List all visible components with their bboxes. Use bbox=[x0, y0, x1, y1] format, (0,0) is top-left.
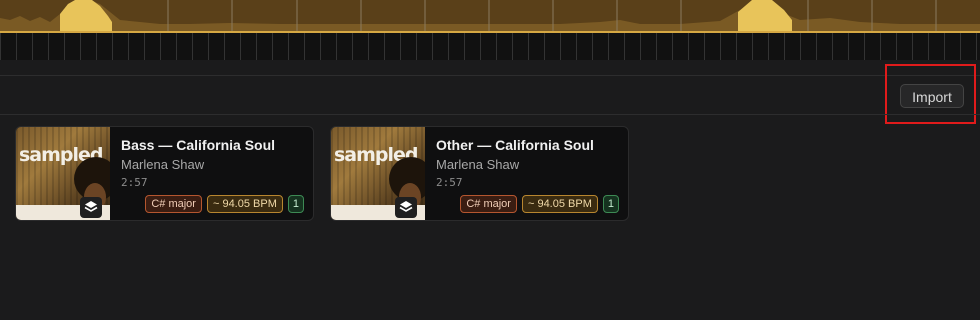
card-badges: C# major ~ 94.05 BPM 1 bbox=[145, 195, 304, 213]
layers-icon[interactable] bbox=[80, 197, 102, 218]
card-artist: Marlena Shaw bbox=[121, 157, 205, 172]
waveform-peaks bbox=[0, 0, 980, 33]
card-duration: 2:57 bbox=[121, 176, 148, 189]
stem-library-page: Import sampled Bass — California Soul Ma… bbox=[0, 0, 980, 320]
import-button[interactable]: Import bbox=[900, 84, 964, 108]
timeline-ruler[interactable] bbox=[0, 33, 980, 60]
bpm-badge: ~ 94.05 BPM bbox=[206, 195, 283, 213]
waveform-view[interactable] bbox=[0, 0, 980, 60]
card-title: Bass — California Soul bbox=[121, 137, 276, 153]
card-title: Other — California Soul bbox=[436, 137, 594, 153]
key-badge: C# major bbox=[145, 195, 202, 213]
layers-icon[interactable] bbox=[395, 197, 417, 218]
bpm-badge: ~ 94.05 BPM bbox=[521, 195, 598, 213]
layers-icon-glyph bbox=[399, 201, 413, 212]
count-badge: 1 bbox=[287, 195, 304, 213]
divider bbox=[0, 75, 980, 76]
card-badges: C# major ~ 94.05 BPM 1 bbox=[460, 195, 619, 213]
layers-icon-glyph bbox=[84, 201, 98, 212]
stem-card[interactable]: sampled Other — California Soul Marlena … bbox=[330, 126, 629, 221]
count-badge: 1 bbox=[602, 195, 619, 213]
divider bbox=[0, 114, 980, 115]
card-duration: 2:57 bbox=[436, 176, 463, 189]
card-artist: Marlena Shaw bbox=[436, 157, 520, 172]
stem-card[interactable]: sampled Bass — California Soul Marlena S… bbox=[15, 126, 314, 221]
key-badge: C# major bbox=[460, 195, 517, 213]
